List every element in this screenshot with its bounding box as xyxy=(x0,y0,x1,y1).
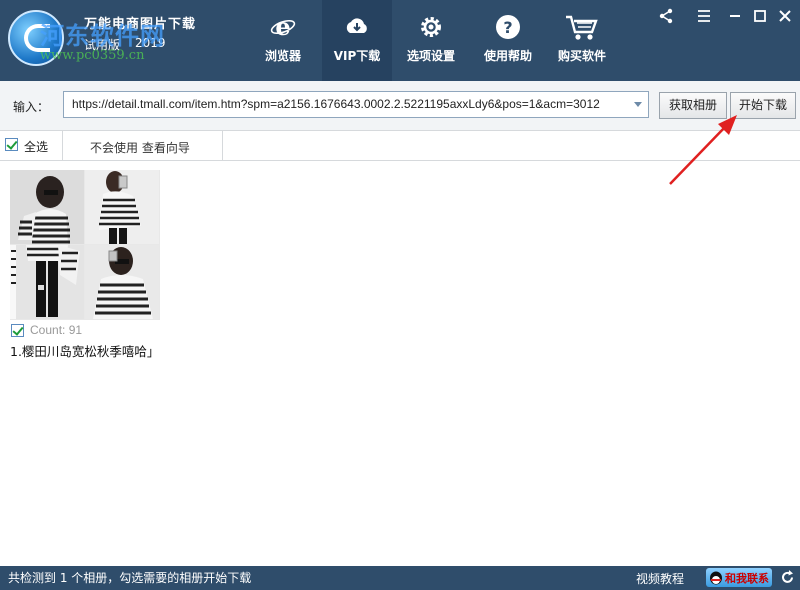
nav-vip-download[interactable]: VIP下载 xyxy=(322,0,392,81)
album-thumbnail[interactable] xyxy=(10,170,160,320)
nav-label: 购买软件 xyxy=(557,49,606,63)
status-message: 共检测到 1 个相册，勾选需要的相册开始下载 xyxy=(8,571,252,585)
photo-tile xyxy=(10,245,84,319)
album-title[interactable]: 1.樱田川岛宽松秋季嘻哈」 xyxy=(10,341,159,360)
minimize-icon[interactable] xyxy=(725,6,745,26)
photo-tile xyxy=(10,170,84,244)
svg-text:e: e xyxy=(275,14,290,40)
browser-e-icon: e xyxy=(270,14,296,40)
cloud-download-icon xyxy=(346,18,367,33)
svg-text:?: ? xyxy=(503,18,512,37)
nav-help[interactable]: ? 使用帮助 xyxy=(473,0,543,81)
title-bar: 万能电商图片下载 试用版 2019 河东软件网 www.pc0359.cn e … xyxy=(0,0,800,81)
nav-settings[interactable]: 选项设置 xyxy=(396,0,466,81)
video-tutorial-link[interactable]: 视频教程 xyxy=(636,570,684,587)
divider xyxy=(222,131,223,161)
watermark-url: www.pc0359.cn xyxy=(40,48,145,63)
album-checkbox[interactable] xyxy=(11,324,24,337)
nav-browser[interactable]: e 浏览器 xyxy=(248,0,318,81)
refresh-icon[interactable] xyxy=(780,570,795,585)
nav-buy[interactable]: 购买软件 xyxy=(547,0,617,81)
url-input[interactable]: https://detail.tmall.com/item.htm?spm=a2… xyxy=(63,91,649,118)
gear-icon xyxy=(421,17,441,37)
status-bar: 共检测到 1 个相册，勾选需要的相册开始下载 视频教程 和我联系 xyxy=(0,566,800,590)
dropdown-arrow-icon[interactable] xyxy=(634,102,642,107)
maximize-icon[interactable] xyxy=(750,6,770,26)
nav-label: 选项设置 xyxy=(406,49,455,63)
guide-link[interactable]: 不会使用 查看向导 xyxy=(90,139,190,156)
contact-label: 和我联系 xyxy=(725,572,769,585)
cart-icon xyxy=(566,15,598,40)
nav-label: 使用帮助 xyxy=(483,49,532,63)
photo-tile xyxy=(85,245,159,319)
url-value[interactable]: https://detail.tmall.com/item.htm?spm=a2… xyxy=(72,97,624,111)
nav-label: 浏览器 xyxy=(264,49,301,63)
pointer-arrow-icon xyxy=(669,115,737,185)
nav-label: VIP下载 xyxy=(333,49,381,63)
menu-icon[interactable] xyxy=(694,6,714,26)
photo-tile xyxy=(85,170,159,244)
contact-button[interactable]: 和我联系 xyxy=(706,568,772,587)
select-all-label[interactable]: 全选 xyxy=(24,138,48,155)
input-label: 输入： xyxy=(13,100,50,114)
share-icon[interactable] xyxy=(656,6,676,26)
qq-penguin-icon xyxy=(710,571,722,585)
watermark-text: 河东软件网 xyxy=(40,21,165,50)
close-icon[interactable] xyxy=(775,6,795,26)
album-count: Count: 91 xyxy=(30,323,83,337)
select-all-checkbox[interactable] xyxy=(5,138,18,151)
help-icon: ? xyxy=(496,15,520,39)
divider xyxy=(62,131,63,161)
